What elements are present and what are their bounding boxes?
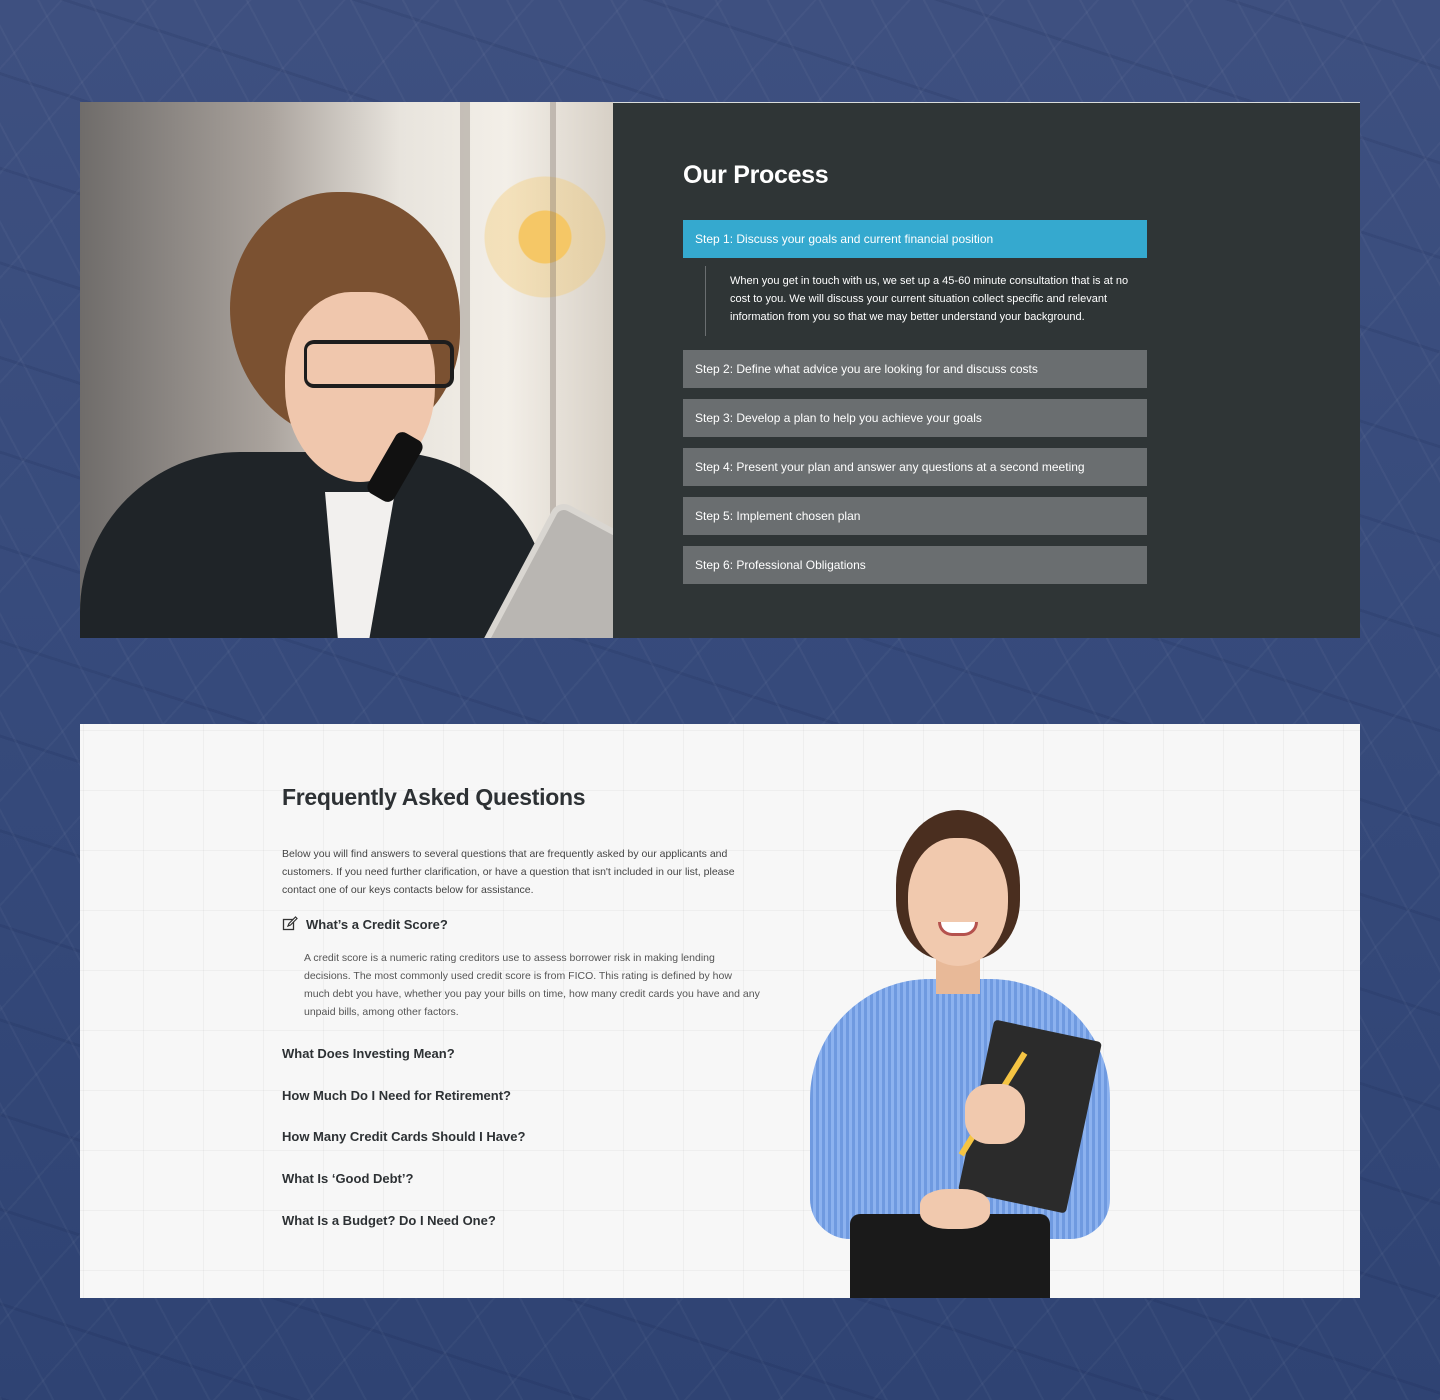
smiling-woman-with-folder-image: [800, 804, 1120, 1298]
faq-question-retirement[interactable]: How Much Do I Need for Retirement?: [282, 1088, 511, 1103]
step-2-header[interactable]: Step 2: Define what advice you are looki…: [683, 350, 1147, 388]
step-4-header[interactable]: Step 4: Present your plan and answer any…: [683, 448, 1147, 486]
edit-icon: [282, 916, 298, 932]
step-6-header[interactable]: Step 6: Professional Obligations: [683, 546, 1147, 584]
faq-answer-credit-score: A credit score is a numeric rating credi…: [304, 952, 760, 1018]
step-1-body: When you get in touch with us, we set up…: [705, 266, 1147, 336]
step-5-header[interactable]: Step 5: Implement chosen plan: [683, 497, 1147, 535]
faq-question-credit-cards[interactable]: How Many Credit Cards Should I Have?: [282, 1129, 525, 1144]
process-section: Our Process Step 1: Discuss your goals a…: [80, 102, 1360, 638]
process-panel: Our Process Step 1: Discuss your goals a…: [613, 102, 1360, 638]
faq-section: Frequently Asked Questions Below you wil…: [80, 724, 1360, 1298]
faq-intro: Below you will find answers to several q…: [282, 848, 735, 896]
faq-title: Frequently Asked Questions: [282, 784, 586, 810]
step-3-header[interactable]: Step 3: Develop a plan to help you achie…: [683, 399, 1147, 437]
businesswoman-on-phone-image: [80, 102, 613, 638]
process-steps-accordion: Step 1: Discuss your goals and current f…: [683, 220, 1147, 595]
process-title: Our Process: [683, 161, 829, 189]
faq-question-label: What’s a Credit Score?: [306, 916, 448, 932]
faq-question-good-debt[interactable]: What Is ‘Good Debt’?: [282, 1171, 413, 1186]
step-1-header[interactable]: Step 1: Discuss your goals and current f…: [683, 220, 1147, 258]
faq-question-budget[interactable]: What Is a Budget? Do I Need One?: [282, 1213, 496, 1228]
faq-question-investing[interactable]: What Does Investing Mean?: [282, 1046, 455, 1061]
faq-question-credit-score[interactable]: What’s a Credit Score?: [282, 916, 448, 932]
